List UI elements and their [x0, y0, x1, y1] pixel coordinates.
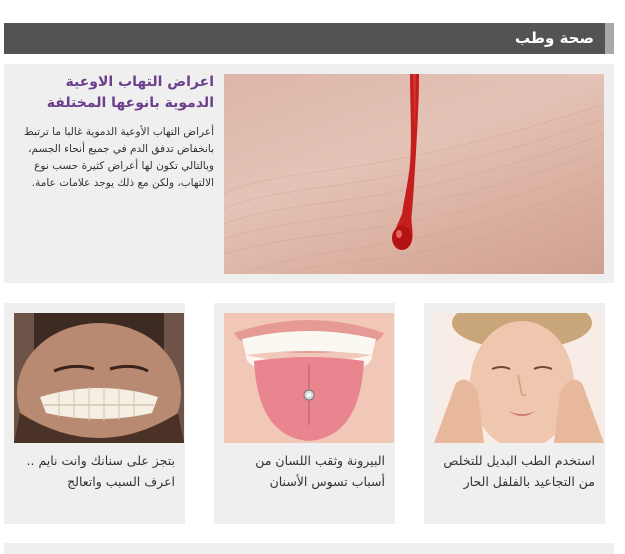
section-header: صحة وطب — [4, 23, 614, 54]
tongue-piercing-illustration — [224, 313, 394, 443]
article-card: استخدم الطب البديل للتخلص من التجاعيد با… — [424, 303, 605, 524]
card-image-face-massage[interactable] — [434, 313, 604, 443]
card-caption[interactable]: البيرونة وثقب اللسان من أسباب تسوس الأسن… — [220, 450, 385, 492]
next-section-strip — [4, 543, 614, 554]
featured-headline[interactable]: اعراض التهاب الاوعية الدموية بانوعها الم… — [14, 72, 214, 114]
face-massage-illustration — [434, 313, 604, 443]
teeth-clenching-illustration — [14, 313, 184, 443]
featured-article: اعراض التهاب الاوعية الدموية بانوعها الم… — [4, 64, 614, 283]
section-title[interactable]: صحة وطب — [515, 28, 594, 48]
card-caption[interactable]: استخدم الطب البديل للتخلص من التجاعيد با… — [430, 450, 595, 492]
featured-text: اعراض التهاب الاوعية الدموية بانوعها الم… — [14, 72, 214, 192]
header-accent-stripe — [605, 23, 614, 54]
card-image-tongue-piercing[interactable] — [224, 313, 394, 443]
card-caption[interactable]: بتجز على سنانك وانت نايم .. اعرف السبب و… — [10, 450, 175, 492]
article-card: بتجز على سنانك وانت نايم .. اعرف السبب و… — [4, 303, 185, 524]
article-card: البيرونة وثقب اللسان من أسباب تسوس الأسن… — [214, 303, 395, 524]
featured-excerpt: أعراض التهاب الأوعية الدموية غالبا ما تر… — [24, 126, 214, 189]
featured-image[interactable] — [224, 74, 604, 274]
blood-drop-illustration — [224, 74, 604, 274]
card-image-teeth-clenching[interactable] — [14, 313, 184, 443]
